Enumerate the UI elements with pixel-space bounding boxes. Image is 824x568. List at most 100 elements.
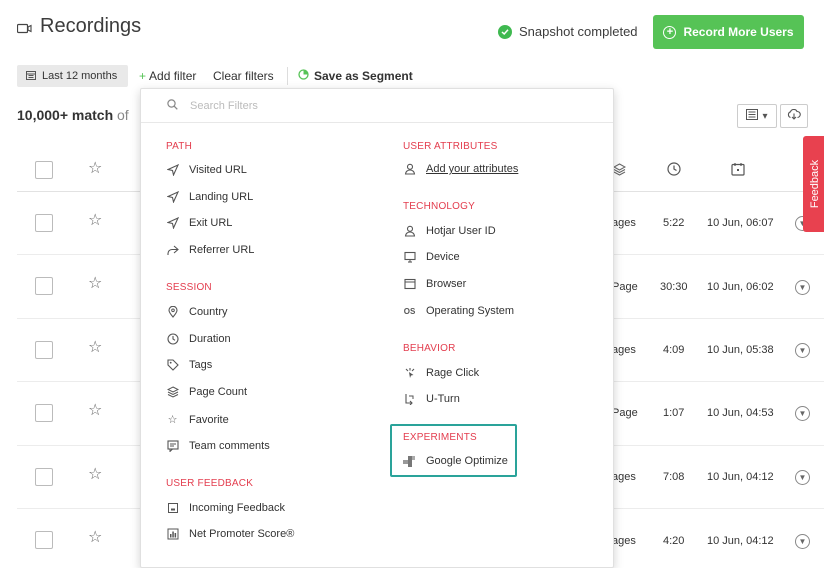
search-filters-input[interactable] [190, 99, 570, 112]
clear-filters-button[interactable]: Clear filters [213, 69, 274, 83]
feedback-box-icon [166, 502, 179, 514]
row-checkbox[interactable] [35, 404, 53, 422]
filter-hotjar-user-id[interactable]: Hotjar User ID [403, 225, 496, 237]
filter-visited-url[interactable]: Visited URL [166, 164, 247, 176]
filter-label: Visited URL [189, 164, 247, 176]
section-user-feedback: USER FEEDBACK [166, 478, 254, 489]
row-checkbox[interactable] [35, 468, 53, 486]
chevron-down-icon[interactable]: ▼ [795, 343, 810, 358]
filter-team-comments[interactable]: Team comments [166, 440, 270, 452]
date-range-label: Last 12 months [42, 70, 118, 82]
user-icon [403, 163, 416, 175]
star-icon[interactable]: ☆ [88, 161, 102, 177]
duration-cell: 5:22 [663, 217, 685, 229]
filter-tags[interactable]: Tags [166, 359, 212, 371]
duration-cell: 4:20 [663, 535, 685, 547]
snapshot-status-text: Snapshot completed [519, 24, 638, 39]
filter-google-optimize[interactable]: Google Optimize [403, 455, 508, 467]
filter-country[interactable]: Country [166, 306, 228, 318]
clock-icon [166, 333, 179, 345]
date-cell: 10 Jun, 05:38 [707, 344, 774, 356]
results-of-text: of [117, 107, 129, 123]
chevron-down-icon[interactable]: ▼ [795, 534, 810, 549]
filter-duration[interactable]: Duration [166, 333, 231, 345]
star-icon[interactable]: ☆ [88, 403, 102, 419]
section-behavior: BEHAVIOR [403, 343, 456, 354]
filter-landing-url[interactable]: Landing URL [166, 191, 253, 203]
filter-label: Favorite [189, 413, 229, 426]
row-checkbox[interactable] [35, 277, 53, 295]
user-icon [403, 225, 416, 237]
filter-u-turn[interactable]: U-Turn [403, 393, 460, 405]
download-button[interactable] [780, 104, 808, 128]
monitor-icon [403, 251, 416, 263]
filter-page-count[interactable]: Page Count [166, 386, 247, 398]
filter-label: Incoming Feedback [189, 502, 285, 514]
filter-add-attributes[interactable]: Add your attributes [403, 163, 518, 175]
star-icon[interactable]: ☆ [88, 213, 102, 229]
date-range-filter[interactable]: Last 12 months [17, 65, 128, 87]
filter-label: Exit URL [189, 217, 233, 229]
date-cell: 10 Jun, 06:07 [707, 217, 774, 229]
plus-icon: + [139, 69, 147, 83]
clock-icon [667, 162, 681, 181]
star-icon[interactable]: ☆ [88, 530, 102, 546]
share-arrow-icon [166, 245, 179, 256]
filter-browser[interactable]: Browser [403, 278, 466, 290]
row-checkbox[interactable] [35, 531, 53, 549]
chevron-down-icon[interactable]: ▼ [795, 280, 810, 295]
row-checkbox[interactable] [35, 214, 53, 232]
filter-incoming-feedback[interactable]: Incoming Feedback [166, 502, 285, 514]
add-filter-label: Add filter [149, 69, 197, 83]
columns-toggle-button[interactable]: ▾ [737, 104, 777, 128]
filter-referrer-url[interactable]: Referrer URL [166, 244, 254, 256]
u-turn-icon [403, 393, 416, 405]
filter-device[interactable]: Device [403, 251, 460, 263]
filter-net-promoter-score[interactable]: Net Promoter Score® [166, 528, 294, 540]
save-as-segment-label: Save as Segment [314, 69, 413, 83]
calendar-icon [26, 70, 36, 83]
filter-rage-click[interactable]: Rage Click [403, 367, 479, 379]
select-all-checkbox[interactable] [35, 161, 53, 179]
caret-down-icon: ▾ [762, 110, 768, 122]
star-icon[interactable]: ☆ [88, 276, 102, 292]
filter-label: Google Optimize [426, 455, 508, 467]
filter-favorite[interactable]: ☆ Favorite [166, 413, 229, 427]
date-cell: 10 Jun, 04:12 [707, 535, 774, 547]
duration-cell: 4:09 [663, 344, 685, 356]
duration-cell: 1:07 [663, 407, 685, 419]
star-icon[interactable]: ☆ [88, 340, 102, 356]
snapshot-status: Snapshot completed [498, 24, 638, 39]
record-more-users-button[interactable]: + Record More Users [653, 15, 804, 49]
divider [287, 67, 288, 85]
results-count-text: 10,000+ match [17, 107, 114, 123]
comment-icon [166, 440, 179, 452]
filter-label: Rage Click [426, 367, 480, 379]
row-checkbox[interactable] [35, 341, 53, 359]
save-as-segment-button[interactable]: Save as Segment [298, 69, 413, 83]
date-cell: 10 Jun, 04:53 [707, 407, 774, 419]
filter-exit-url[interactable]: Exit URL [166, 217, 232, 229]
filter-label: Browser [426, 278, 467, 290]
section-technology: TECHNOLOGY [403, 201, 476, 212]
filter-operating-system[interactable]: OS Operating System [403, 305, 514, 317]
star-icon[interactable]: ☆ [88, 467, 102, 483]
segment-icon [298, 69, 309, 83]
navigation-arrow-icon [166, 191, 179, 203]
plus-circle-icon: + [663, 25, 677, 39]
browser-window-icon [403, 278, 416, 290]
section-experiments: EXPERIMENTS [403, 432, 477, 443]
duration-cell: 7:08 [663, 471, 685, 483]
date-cell: 10 Jun, 04:12 [707, 471, 774, 483]
chevron-down-icon[interactable]: ▼ [795, 406, 810, 421]
add-filter-button[interactable]: + Add filter [139, 69, 196, 83]
filter-label: Operating System [426, 305, 515, 317]
search-icon [167, 97, 178, 115]
filter-label: Tags [189, 359, 213, 371]
section-user-attributes: USER ATTRIBUTES [403, 141, 498, 152]
feedback-tab[interactable]: Feedback [803, 136, 824, 232]
filter-label: Landing URL [189, 191, 254, 203]
chevron-down-icon[interactable]: ▼ [795, 470, 810, 485]
tag-icon [166, 359, 179, 371]
section-session: SESSION [166, 282, 212, 293]
